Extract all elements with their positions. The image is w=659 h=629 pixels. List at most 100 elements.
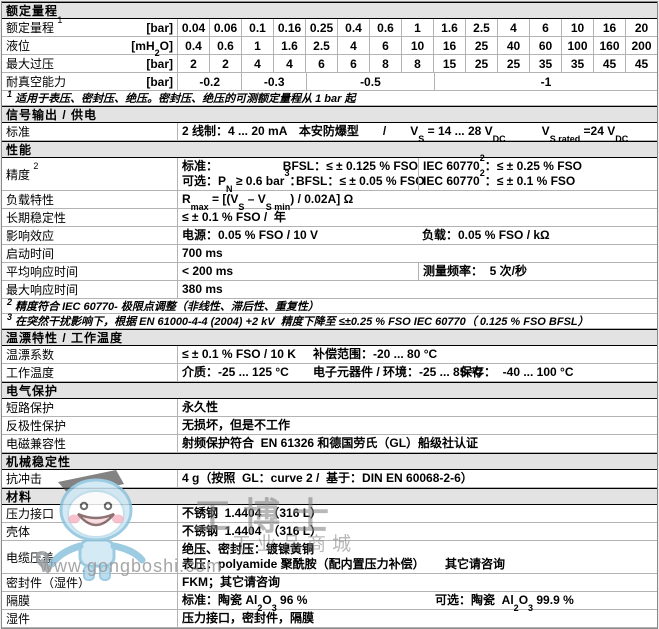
grid-cell: 6: [337, 55, 369, 72]
row-unit: [mH2O]: [131, 39, 173, 53]
spec-row: 长期稳定性≤ ± 0.1 % FSO / 年: [2, 209, 657, 227]
footnote: 3 在突然干扰影响下，根据 EN 61000-4-4 (2004) +2 kV …: [2, 314, 657, 329]
row-label: 工作温度: [2, 364, 178, 381]
grid-cell: 16: [593, 19, 625, 36]
row-value: 不锈钢 1.4404 （316 L）: [178, 505, 657, 522]
row-label: 平均响应时间: [2, 263, 178, 280]
spec-row: 湿件压力接口，密封件，隔膜: [2, 610, 657, 628]
row-value: ≤ ± 0.1 % FSO / 10 K补偿范围：-20 ... 80 °C: [178, 346, 657, 363]
value-segment: < 200 ms: [182, 264, 233, 279]
value-segment: 可选：陶瓷 Al2O3 99.9 %: [435, 593, 574, 608]
grid-cell: 15: [433, 55, 465, 72]
row-value: 标准：BFSL：≤ ± 0.125 % FSO可选：PN ≥ 0.6 bar3：…: [178, 158, 657, 190]
value-segment: 标准：: [182, 159, 283, 174]
spec-row: 工作温度介质：-25 ... 125 °C电子元器件 / 环境：-25 ... …: [2, 364, 657, 382]
grid-cell: 2: [178, 55, 209, 72]
section-title: 机械稳定性: [6, 453, 71, 470]
row-value: 380 ms: [178, 281, 657, 298]
grid-cell: 0.06: [209, 19, 241, 36]
spec-row: 最大过压[bar]2244668815252535354545: [2, 55, 657, 73]
value-segment: BFSL：≤ ± 0.05 % FSO: [296, 174, 425, 189]
value-segment: 2 线制：4 ... 20 mA 本安防爆型 / VS = 14 ... 28 …: [182, 124, 628, 139]
grid-cell: 35: [529, 55, 561, 72]
section-header: 电气保护: [2, 382, 657, 399]
row-label: 湿件: [2, 610, 178, 627]
grid-cell: 0.1: [241, 19, 273, 36]
value-segment: 射频保护符合 EN 61326 和德国劳氏（GL）船级社认证: [182, 436, 478, 451]
row-value: 700 ms: [178, 245, 657, 262]
value-segment: 保存： -40 ... 100 °C: [460, 365, 574, 380]
spec-row: 启动时间 700 ms: [2, 245, 657, 263]
grid-cell: -0.2: [178, 73, 241, 90]
value-segment: 永久性: [182, 400, 218, 415]
spec-row: 隔膜标准：陶瓷 Al2O3 96 %可选：陶瓷 Al2O3 99.9 %: [2, 592, 657, 610]
row-label: 额定量程 1[bar]: [2, 19, 178, 36]
grid-cell: 8: [369, 55, 401, 72]
grid-cell: 160: [593, 37, 625, 54]
grid-cell: 25: [465, 55, 497, 72]
row-label: 温漂系数: [2, 346, 178, 363]
value-segment: 不锈钢 1.4404 （316 L）: [182, 506, 322, 521]
row-value: 不锈钢 1.4404 （316 L）: [178, 523, 657, 540]
grid-cells: -0.2-0.3-0.5-1: [178, 73, 657, 90]
grid-cells: 2244668815252535354545: [178, 55, 657, 72]
row-label: 抗冲击: [2, 470, 178, 487]
footnote: 2 精度符合 IEC 60770- 极限点调整（非线性、滞后性、重复性）: [2, 299, 657, 314]
row-value: 2 线制：4 ... 20 mA 本安防爆型 / VS = 14 ... 28 …: [178, 123, 657, 140]
grid-cell: 25: [497, 55, 529, 72]
row-label: 最大过压[bar]: [2, 55, 178, 72]
row-value: 永久性: [178, 399, 657, 416]
value-segment: 380 ms: [182, 282, 223, 297]
grid-cell: 0.6: [209, 37, 241, 54]
grid-cell: 2.5: [465, 19, 497, 36]
row-unit: [bar]: [146, 21, 173, 35]
spec-row: 电缆压盖绝压、密封压：镀镍黄铜表压：polyamide 聚酰胺（配内置压力补偿）…: [2, 541, 657, 574]
grid-cell: 6: [529, 19, 561, 36]
row-value: < 200 ms 测量频率： 5 次/秒: [178, 263, 657, 280]
spec-row: 标准 2 线制：4 ... 20 mA 本安防爆型 / VS = 14 ... 2…: [2, 123, 657, 141]
value-segment: 补偿范围：-20 ... 80 °C: [313, 347, 437, 362]
grid-cell: 100: [561, 37, 593, 54]
spec-row: 平均响应时间 < 200 ms 测量频率： 5 次/秒: [2, 263, 657, 281]
row-unit: [bar]: [146, 75, 173, 89]
spec-row: 短路保护永久性: [2, 399, 657, 417]
grid-cell: 25: [465, 37, 497, 54]
value-segment: BFSL：≤ ± 0.125 % FSO: [283, 159, 418, 174]
value-segment: 可选：PN ≥ 0.6 bar3：: [182, 174, 296, 189]
row-value: 绝压、密封压：镀镍黄铜表压：polyamide 聚酰胺（配内置压力补偿）其它请咨…: [178, 541, 657, 573]
grid-cell: -0.3: [241, 73, 305, 90]
grid-cell: 0.04: [178, 19, 209, 36]
grid-cell: 4: [337, 37, 369, 54]
grid-cell: 4: [241, 55, 273, 72]
value-segment: IEC 607702：≤ ± 0.1 % FSO: [423, 174, 575, 189]
grid-cells: 0.40.611.62.5461016254060100160200: [178, 37, 657, 54]
value-segment: 测量频率： 5 次/秒: [423, 264, 527, 279]
value-segment: 其它请咨询: [445, 557, 505, 572]
spec-row: 温漂系数≤ ± 0.1 % FSO / 10 K补偿范围：-20 ... 80 …: [2, 346, 657, 364]
section-header: 温漂特性 / 工作温度: [2, 329, 657, 346]
row-label: 启动时间: [2, 245, 178, 262]
row-label: 电磁兼容性: [2, 435, 178, 452]
spec-row: 密封件（湿件）FKM；其它请咨询: [2, 574, 657, 592]
section-header: 机械稳定性: [2, 453, 657, 470]
grid-cell: 2: [209, 55, 241, 72]
row-value: 压力接口，密封件，隔膜: [178, 610, 657, 627]
grid-cell: 2.5: [305, 37, 337, 54]
row-value: 4 g（按照 GL：curve 2 / 基于：DIN EN 60068-2-6）: [178, 470, 657, 487]
row-value: ≤ ± 0.1 % FSO / 年: [178, 209, 657, 226]
row-label: 短路保护: [2, 399, 178, 416]
row-label: 压力接口: [2, 505, 178, 522]
value-segment: 无损坏，但是不工作: [182, 418, 290, 433]
grid-cell: 0.4: [337, 19, 369, 36]
grid-cell: 0.16: [273, 19, 305, 36]
row-unit: [bar]: [146, 57, 173, 71]
grid-cell: 16: [433, 37, 465, 54]
row-label: 标准: [2, 123, 178, 140]
grid-cell: -1: [434, 73, 657, 90]
section-header: 额定量程: [2, 2, 657, 19]
row-value: 标准：陶瓷 Al2O3 96 %可选：陶瓷 Al2O3 99.9 %: [178, 592, 657, 609]
grid-cell: 200: [625, 37, 657, 54]
value-segment: 700 ms: [182, 246, 223, 261]
value-segment: ≤ ± 0.1 % FSO / 年: [182, 210, 286, 225]
row-label: 液位[mH2O]: [2, 37, 178, 54]
